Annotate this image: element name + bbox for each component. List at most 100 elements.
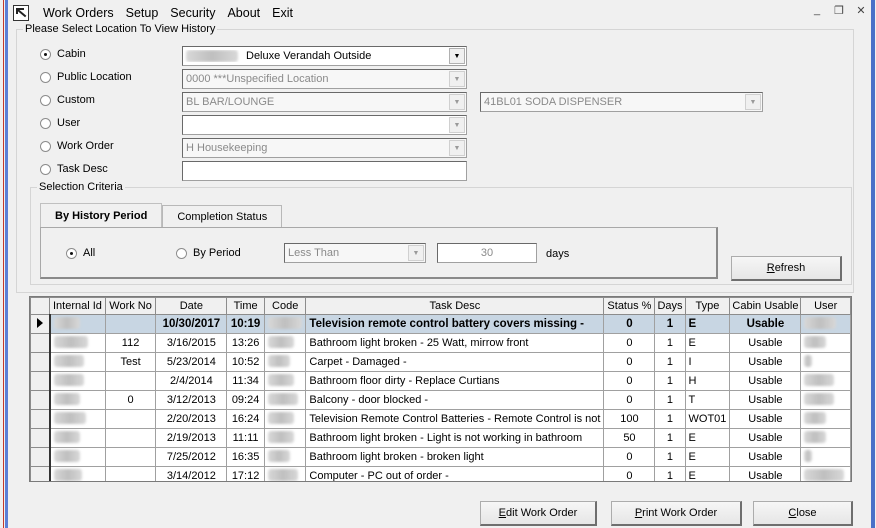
cell-status[interactable]: 0: [603, 447, 656, 467]
column-header-code[interactable]: Code: [263, 297, 307, 315]
cell-date[interactable]: 2/19/2013: [155, 428, 228, 448]
cell-cabin-usable[interactable]: Usable: [729, 352, 802, 372]
cell-user[interactable]: [800, 409, 851, 429]
task-desc-input[interactable]: [182, 161, 467, 181]
cell-days[interactable]: 1: [654, 428, 686, 448]
row-selector[interactable]: [30, 447, 51, 467]
close-icon[interactable]: ✕: [854, 4, 868, 17]
tab-by-history-period[interactable]: By History Period: [40, 203, 163, 227]
radio-public-location[interactable]: Public Location: [40, 71, 132, 83]
cell-date[interactable]: 5/23/2014: [155, 352, 228, 372]
radio-button[interactable]: [40, 48, 51, 60]
cell-internal-id[interactable]: [49, 371, 106, 391]
row-selector[interactable]: [30, 371, 51, 391]
row-header-corner[interactable]: [30, 297, 51, 315]
cell-type[interactable]: E: [684, 466, 731, 481]
cell-task-desc[interactable]: Bathroom light broken - Light is not wor…: [305, 428, 605, 448]
cell-user[interactable]: [800, 352, 851, 372]
cell-time[interactable]: 11:11: [226, 428, 265, 448]
cell-work-no[interactable]: [104, 447, 157, 467]
cell-work-no[interactable]: 112: [104, 333, 157, 353]
history-grid[interactable]: Internal Id Work No Date Time Code Task Desc S…: [29, 296, 852, 482]
cell-code[interactable]: [263, 333, 307, 353]
custom-combo[interactable]: BL BAR/LOUNGE ▼: [182, 92, 467, 112]
cell-internal-id[interactable]: [49, 333, 106, 353]
cell-status[interactable]: 100: [603, 409, 656, 429]
cell-days[interactable]: 1: [654, 371, 686, 391]
cell-status[interactable]: 0: [603, 390, 656, 410]
cell-date[interactable]: 3/14/2012: [155, 466, 228, 481]
user-combo[interactable]: ▼: [182, 115, 467, 135]
menu-exit[interactable]: Exit: [266, 6, 299, 20]
row-selector[interactable]: [30, 390, 51, 410]
cell-time[interactable]: 13:26: [226, 333, 265, 353]
radio-button[interactable]: [40, 71, 51, 83]
menu-work-orders[interactable]: Work Orders: [37, 6, 120, 20]
cell-code[interactable]: [263, 390, 307, 410]
cell-internal-id[interactable]: [49, 447, 106, 467]
chevron-down-icon[interactable]: ▼: [449, 117, 465, 133]
cell-code[interactable]: [263, 428, 307, 448]
cell-status[interactable]: 0: [603, 466, 656, 481]
cell-work-no[interactable]: [104, 428, 157, 448]
cell-cabin-usable[interactable]: Usable: [729, 447, 802, 467]
column-header-work-no[interactable]: Work No: [104, 297, 157, 315]
column-header-user[interactable]: User: [800, 297, 851, 315]
column-header-status[interactable]: Status %: [603, 297, 656, 315]
cell-status[interactable]: 50: [603, 428, 656, 448]
column-header-cabin-usable[interactable]: Cabin Usable: [729, 297, 802, 315]
row-selector[interactable]: [30, 428, 51, 448]
days-input[interactable]: 30: [437, 243, 537, 263]
cell-user[interactable]: [800, 333, 851, 353]
row-selector[interactable]: [30, 409, 51, 429]
cell-cabin-usable[interactable]: Usable: [729, 314, 802, 334]
chevron-down-icon[interactable]: ▼: [449, 94, 465, 110]
cell-cabin-usable[interactable]: Usable: [729, 428, 802, 448]
column-header-type[interactable]: Type: [684, 297, 731, 315]
radio-button[interactable]: [176, 247, 187, 259]
minimize-icon[interactable]: _: [810, 4, 824, 17]
radio-task-desc[interactable]: Task Desc: [40, 163, 108, 175]
cell-code[interactable]: [263, 371, 307, 391]
table-row[interactable]: 7/25/2012 16:35 Bathroom light broken - br…: [30, 447, 851, 467]
cell-cabin-usable[interactable]: Usable: [729, 466, 802, 481]
chevron-down-icon[interactable]: ▼: [449, 48, 465, 64]
radio-all[interactable]: All: [66, 247, 95, 259]
menu-setup[interactable]: Setup: [120, 6, 165, 20]
chevron-down-icon[interactable]: ▼: [449, 140, 465, 156]
column-header-internal-id[interactable]: Internal Id: [49, 297, 106, 315]
cell-date[interactable]: 2/4/2014: [155, 371, 228, 391]
cell-date[interactable]: 3/12/2013: [155, 390, 228, 410]
cell-days[interactable]: 1: [654, 409, 686, 429]
radio-custom[interactable]: Custom: [40, 94, 95, 106]
cell-user[interactable]: [800, 428, 851, 448]
cell-time[interactable]: 09:24: [226, 390, 265, 410]
column-header-days[interactable]: Days: [654, 297, 686, 315]
cell-cabin-usable[interactable]: Usable: [729, 333, 802, 353]
radio-button[interactable]: [66, 247, 77, 259]
column-header-time[interactable]: Time: [226, 297, 265, 315]
cell-user[interactable]: [800, 447, 851, 467]
radio-user[interactable]: User: [40, 117, 80, 129]
cell-internal-id[interactable]: [49, 314, 106, 334]
cell-work-no[interactable]: 0: [104, 390, 157, 410]
cell-task-desc[interactable]: Computer - PC out of order -: [305, 466, 605, 481]
table-row[interactable]: Test 5/23/2014 10:52 Carpet - Damaged -01IU…: [30, 352, 851, 372]
cell-time[interactable]: 16:24: [226, 409, 265, 429]
column-header-date[interactable]: Date: [155, 297, 228, 315]
cell-type[interactable]: E: [684, 447, 731, 467]
table-row[interactable]: 2/20/2013 16:24 Television Remote Control …: [30, 409, 851, 429]
cell-cabin-usable[interactable]: Usable: [729, 371, 802, 391]
cell-days[interactable]: 1: [654, 352, 686, 372]
cell-time[interactable]: 10:19: [226, 314, 265, 334]
work-order-combo[interactable]: H Housekeeping ▼: [182, 138, 467, 158]
cell-user[interactable]: [800, 314, 851, 334]
cell-internal-id[interactable]: [49, 390, 106, 410]
cell-days[interactable]: 1: [654, 314, 686, 334]
public-location-combo[interactable]: 0000 ***Unspecified Location ▼: [182, 69, 467, 89]
table-row[interactable]: 2/4/2014 11:34 Bathroom floor dirty - Repl…: [30, 371, 851, 391]
cell-internal-id[interactable]: [49, 352, 106, 372]
row-selector[interactable]: [30, 352, 51, 372]
cell-code[interactable]: [263, 352, 307, 372]
cell-status[interactable]: 0: [603, 371, 656, 391]
